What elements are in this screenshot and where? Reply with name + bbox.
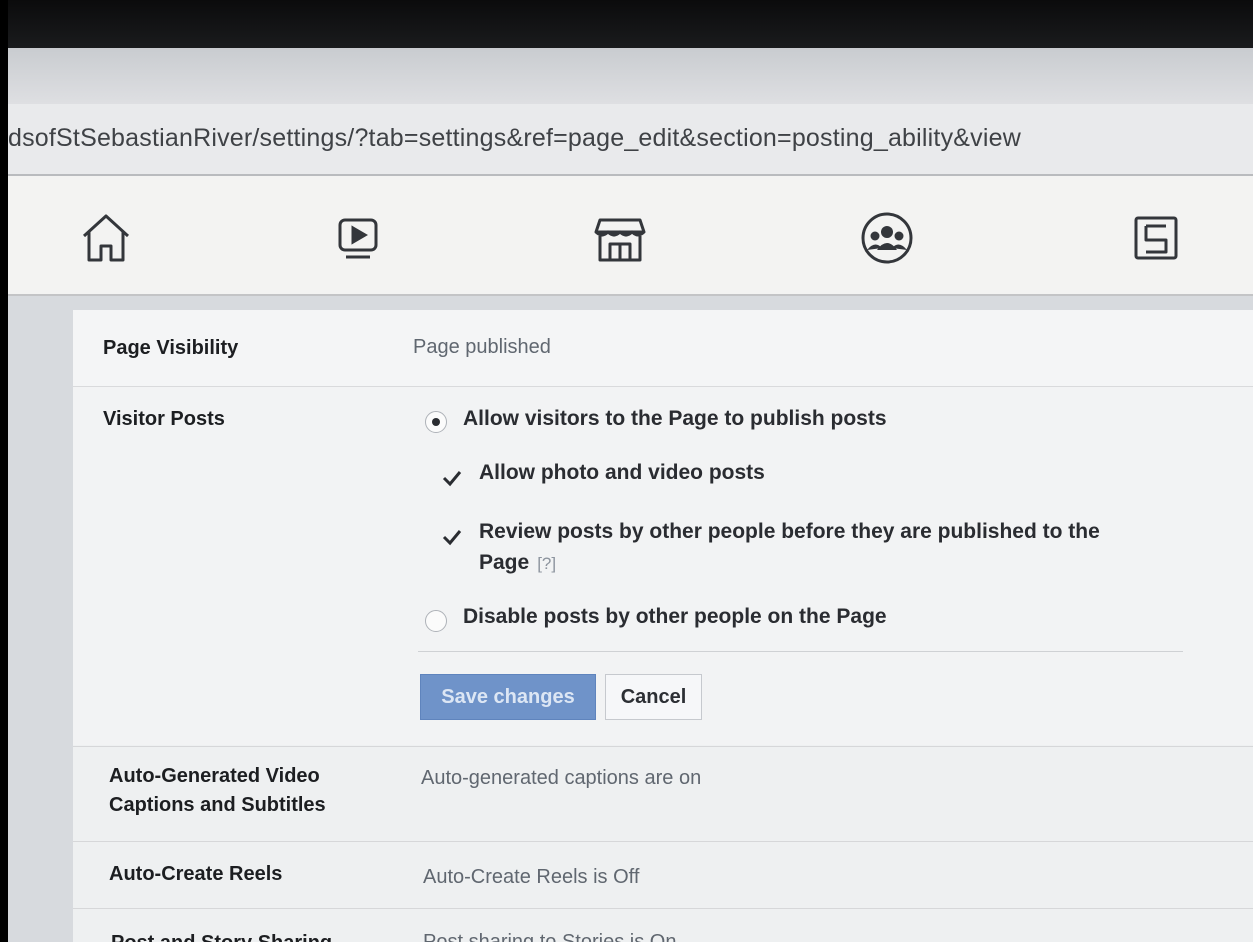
radio-selected-dot: [432, 418, 440, 426]
settings-area: Page Visibility Page published Visitor P…: [8, 296, 1253, 942]
help-icon[interactable]: [?]: [537, 554, 556, 573]
sharing-value: Post sharing to Stories is On: [423, 931, 677, 942]
address-bar[interactable]: dsofStSebastianRiver/settings/?tab=setti…: [8, 104, 1253, 176]
top-navigation: [8, 176, 1253, 297]
sharing-label: Post and Story Sharing: [111, 929, 332, 942]
allow-visitors-radio[interactable]: [425, 411, 447, 433]
monitor-bezel: [8, 0, 1253, 48]
allow-photo-video-option[interactable]: Allow photo and video posts: [479, 458, 765, 488]
disable-posts-option[interactable]: Disable posts by other people on the Pag…: [463, 602, 887, 632]
captions-label-line1: Auto-Generated Video: [109, 765, 320, 787]
reels-value: Auto-Create Reels is Off: [423, 866, 640, 888]
captions-label-line2: Captions and Subtitles: [109, 794, 326, 816]
visitor-posts-row: Visitor Posts Allow visitors to the Page…: [73, 387, 1253, 745]
home-icon[interactable]: [74, 206, 138, 270]
visitor-posts-label: Visitor Posts: [103, 408, 225, 430]
disable-posts-radio[interactable]: [425, 610, 447, 632]
save-changes-button[interactable]: Save changes: [420, 674, 596, 720]
reels-label: Auto-Create Reels: [109, 863, 283, 885]
review-posts-checkbox[interactable]: [441, 526, 463, 548]
auto-create-reels-row[interactable]: Auto-Create Reels Auto-Create Reels is O…: [73, 841, 1253, 908]
screen: dsofStSebastianRiver/settings/?tab=setti…: [8, 0, 1253, 942]
post-story-sharing-row[interactable]: Post and Story Sharing Post sharing to S…: [73, 908, 1253, 942]
review-posts-option[interactable]: Review posts by other people before they…: [479, 517, 1100, 547]
page-visibility-label: Page Visibility: [103, 337, 239, 359]
video-captions-row[interactable]: Auto-Generated Video Captions and Subtit…: [73, 746, 1253, 841]
groups-icon[interactable]: [855, 206, 919, 270]
cancel-button[interactable]: Cancel: [605, 674, 702, 720]
gaming-icon[interactable]: [1124, 206, 1188, 270]
browser-tab-strip: [8, 48, 1253, 104]
url-text[interactable]: dsofStSebastianRiver/settings/?tab=setti…: [8, 124, 1021, 153]
divider: [418, 651, 1183, 652]
video-icon[interactable]: [326, 206, 390, 270]
captions-value: Auto-generated captions are on: [421, 767, 702, 789]
settings-panel: Page Visibility Page published Visitor P…: [73, 310, 1253, 942]
page-visibility-row[interactable]: Page Visibility Page published: [73, 310, 1253, 387]
allow-visitors-option[interactable]: Allow visitors to the Page to publish po…: [463, 404, 887, 434]
marketplace-icon[interactable]: [588, 206, 652, 270]
review-posts-page-word[interactable]: Page: [479, 551, 529, 574]
page-visibility-value: Page published: [413, 336, 551, 358]
photo-video-checkbox[interactable]: [441, 467, 463, 489]
review-posts-option-line2[interactable]: Page [?]: [479, 548, 556, 579]
